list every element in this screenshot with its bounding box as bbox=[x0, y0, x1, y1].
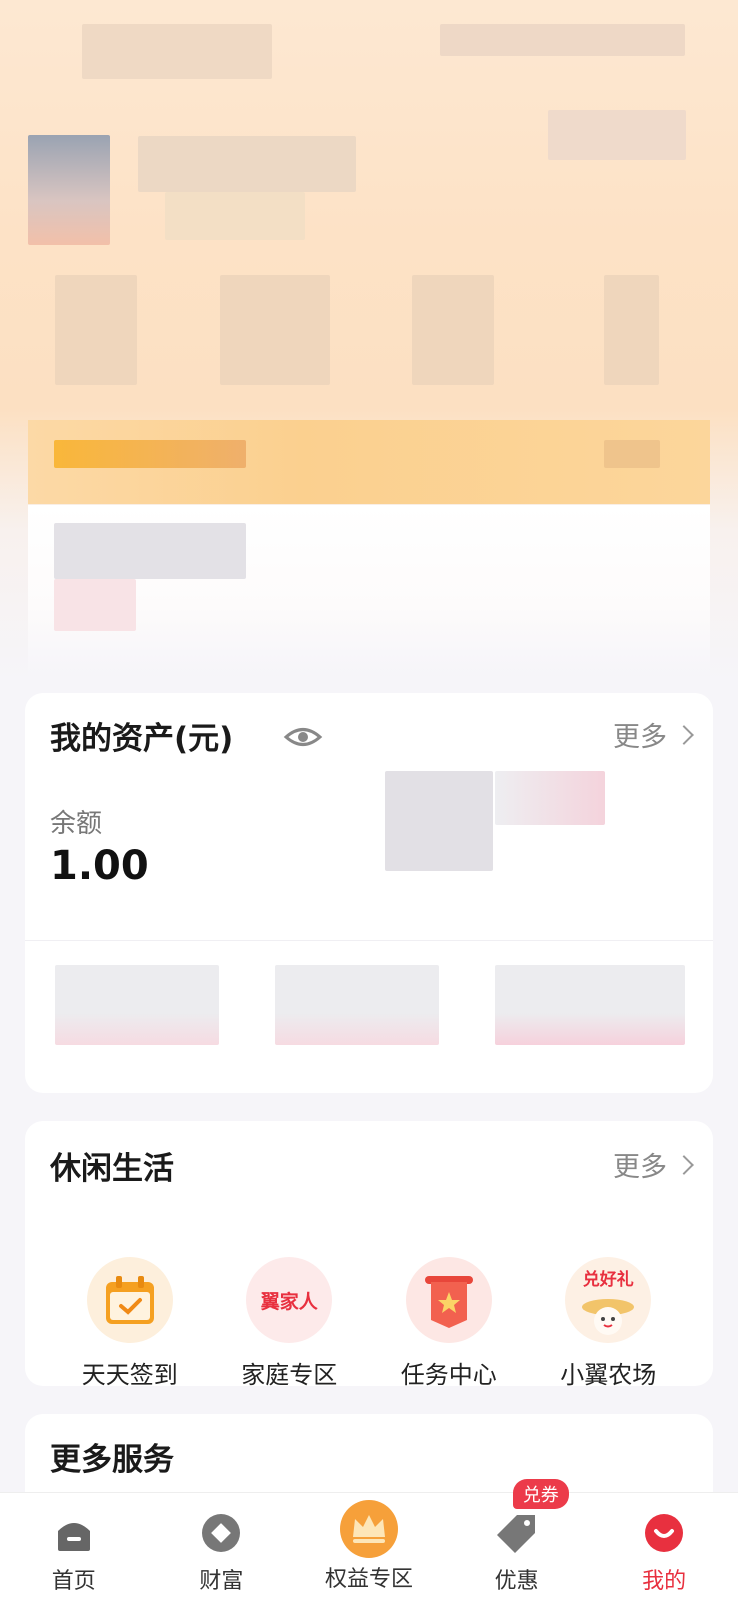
farm-badge-text: 兑好礼 bbox=[582, 1270, 634, 1290]
blurred-asset bbox=[55, 965, 219, 1045]
leisure-services: 天天签到 翼家人 家庭专区 任务中心 兑好礼 小翼农场 bbox=[50, 1257, 688, 1390]
leisure-life-card: 休闲生活 更多 天天签到 翼家人 家庭专区 任务中心 兑好礼 小翼农场 bbox=[25, 1121, 713, 1389]
blurred-text bbox=[165, 192, 305, 240]
blurred-stat bbox=[604, 275, 659, 385]
tab-label: 财富 bbox=[199, 1569, 244, 1594]
blurred-text bbox=[440, 24, 685, 56]
bottom-tab-bar: 首页 财富 权益专区 兑券 优惠 我的 bbox=[0, 1479, 738, 1601]
family-text-icon: 翼家人 bbox=[246, 1257, 333, 1343]
divider bbox=[25, 940, 713, 941]
more-services-title: 更多服务 bbox=[50, 1442, 174, 1478]
farm-mascot-icon: 兑好礼 bbox=[565, 1257, 652, 1343]
more-label: 更多 bbox=[613, 722, 667, 753]
tag-icon bbox=[496, 1515, 535, 1553]
blurred-text bbox=[548, 110, 686, 160]
assets-more-link[interactable]: 更多 bbox=[613, 715, 694, 754]
blurred-text bbox=[54, 579, 136, 631]
blurred-stat bbox=[220, 275, 330, 385]
chevron-right-icon bbox=[674, 1154, 694, 1175]
tab-mine[interactable]: 我的 bbox=[590, 1493, 738, 1601]
more-label: 更多 bbox=[613, 1152, 667, 1183]
coupon-badge: 兑券 bbox=[512, 1479, 569, 1509]
home-icon bbox=[57, 1523, 90, 1551]
profile-header bbox=[0, 0, 738, 680]
wealth-icon bbox=[202, 1514, 241, 1552]
member-banner[interactable] bbox=[28, 420, 710, 504]
service-xiaoyi-farm[interactable]: 兑好礼 小翼农场 bbox=[529, 1257, 689, 1390]
tab-label: 优惠 bbox=[494, 1569, 539, 1594]
leisure-more-link[interactable]: 更多 bbox=[613, 1145, 694, 1184]
leisure-title: 休闲生活 bbox=[50, 1151, 174, 1187]
tab-discounts[interactable]: 兑券 优惠 bbox=[443, 1479, 591, 1601]
assets-title: 我的资产(元) bbox=[50, 721, 234, 757]
blurred-text bbox=[54, 523, 246, 579]
family-badge-text: 翼家人 bbox=[260, 1290, 318, 1313]
blurred-text bbox=[138, 136, 356, 192]
service-label: 家庭专区 bbox=[241, 1361, 338, 1389]
task-banner-icon bbox=[405, 1257, 492, 1343]
eye-icon[interactable] bbox=[283, 717, 323, 757]
tab-label: 权益专区 bbox=[324, 1567, 413, 1592]
blurred-asset bbox=[385, 771, 493, 871]
balance-value[interactable]: 1.00 bbox=[50, 843, 149, 889]
crown-icon bbox=[339, 1500, 398, 1558]
service-task-center[interactable]: 任务中心 bbox=[369, 1257, 529, 1390]
my-assets-card: 我的资产(元) 更多 余额 1.00 bbox=[25, 693, 713, 1093]
blurred-stat bbox=[55, 275, 137, 385]
blurred-asset bbox=[495, 965, 685, 1045]
service-label: 小翼农场 bbox=[560, 1361, 657, 1389]
calendar-check-icon bbox=[86, 1257, 173, 1343]
tab-wealth[interactable]: 财富 bbox=[148, 1493, 296, 1601]
chevron-right-icon bbox=[674, 724, 694, 745]
tab-home[interactable]: 首页 bbox=[0, 1493, 148, 1601]
service-daily-checkin[interactable]: 天天签到 bbox=[50, 1257, 210, 1390]
tab-label: 我的 bbox=[642, 1569, 687, 1594]
blurred-asset bbox=[275, 965, 439, 1045]
blurred-stat bbox=[412, 275, 494, 385]
blurred-text bbox=[82, 24, 272, 79]
blurred-text bbox=[604, 440, 660, 468]
profile-icon bbox=[645, 1514, 684, 1552]
balance-label: 余额 bbox=[50, 809, 103, 839]
tab-label: 首页 bbox=[51, 1569, 96, 1594]
service-family-zone[interactable]: 翼家人 家庭专区 bbox=[210, 1257, 370, 1390]
notice-strip[interactable] bbox=[28, 505, 710, 675]
avatar[interactable] bbox=[28, 135, 110, 245]
service-label: 天天签到 bbox=[81, 1361, 178, 1389]
blurred-asset bbox=[495, 771, 605, 825]
blurred-text bbox=[54, 440, 246, 468]
tab-benefits-zone[interactable]: 权益专区 bbox=[295, 1493, 443, 1601]
service-label: 任务中心 bbox=[400, 1361, 497, 1389]
